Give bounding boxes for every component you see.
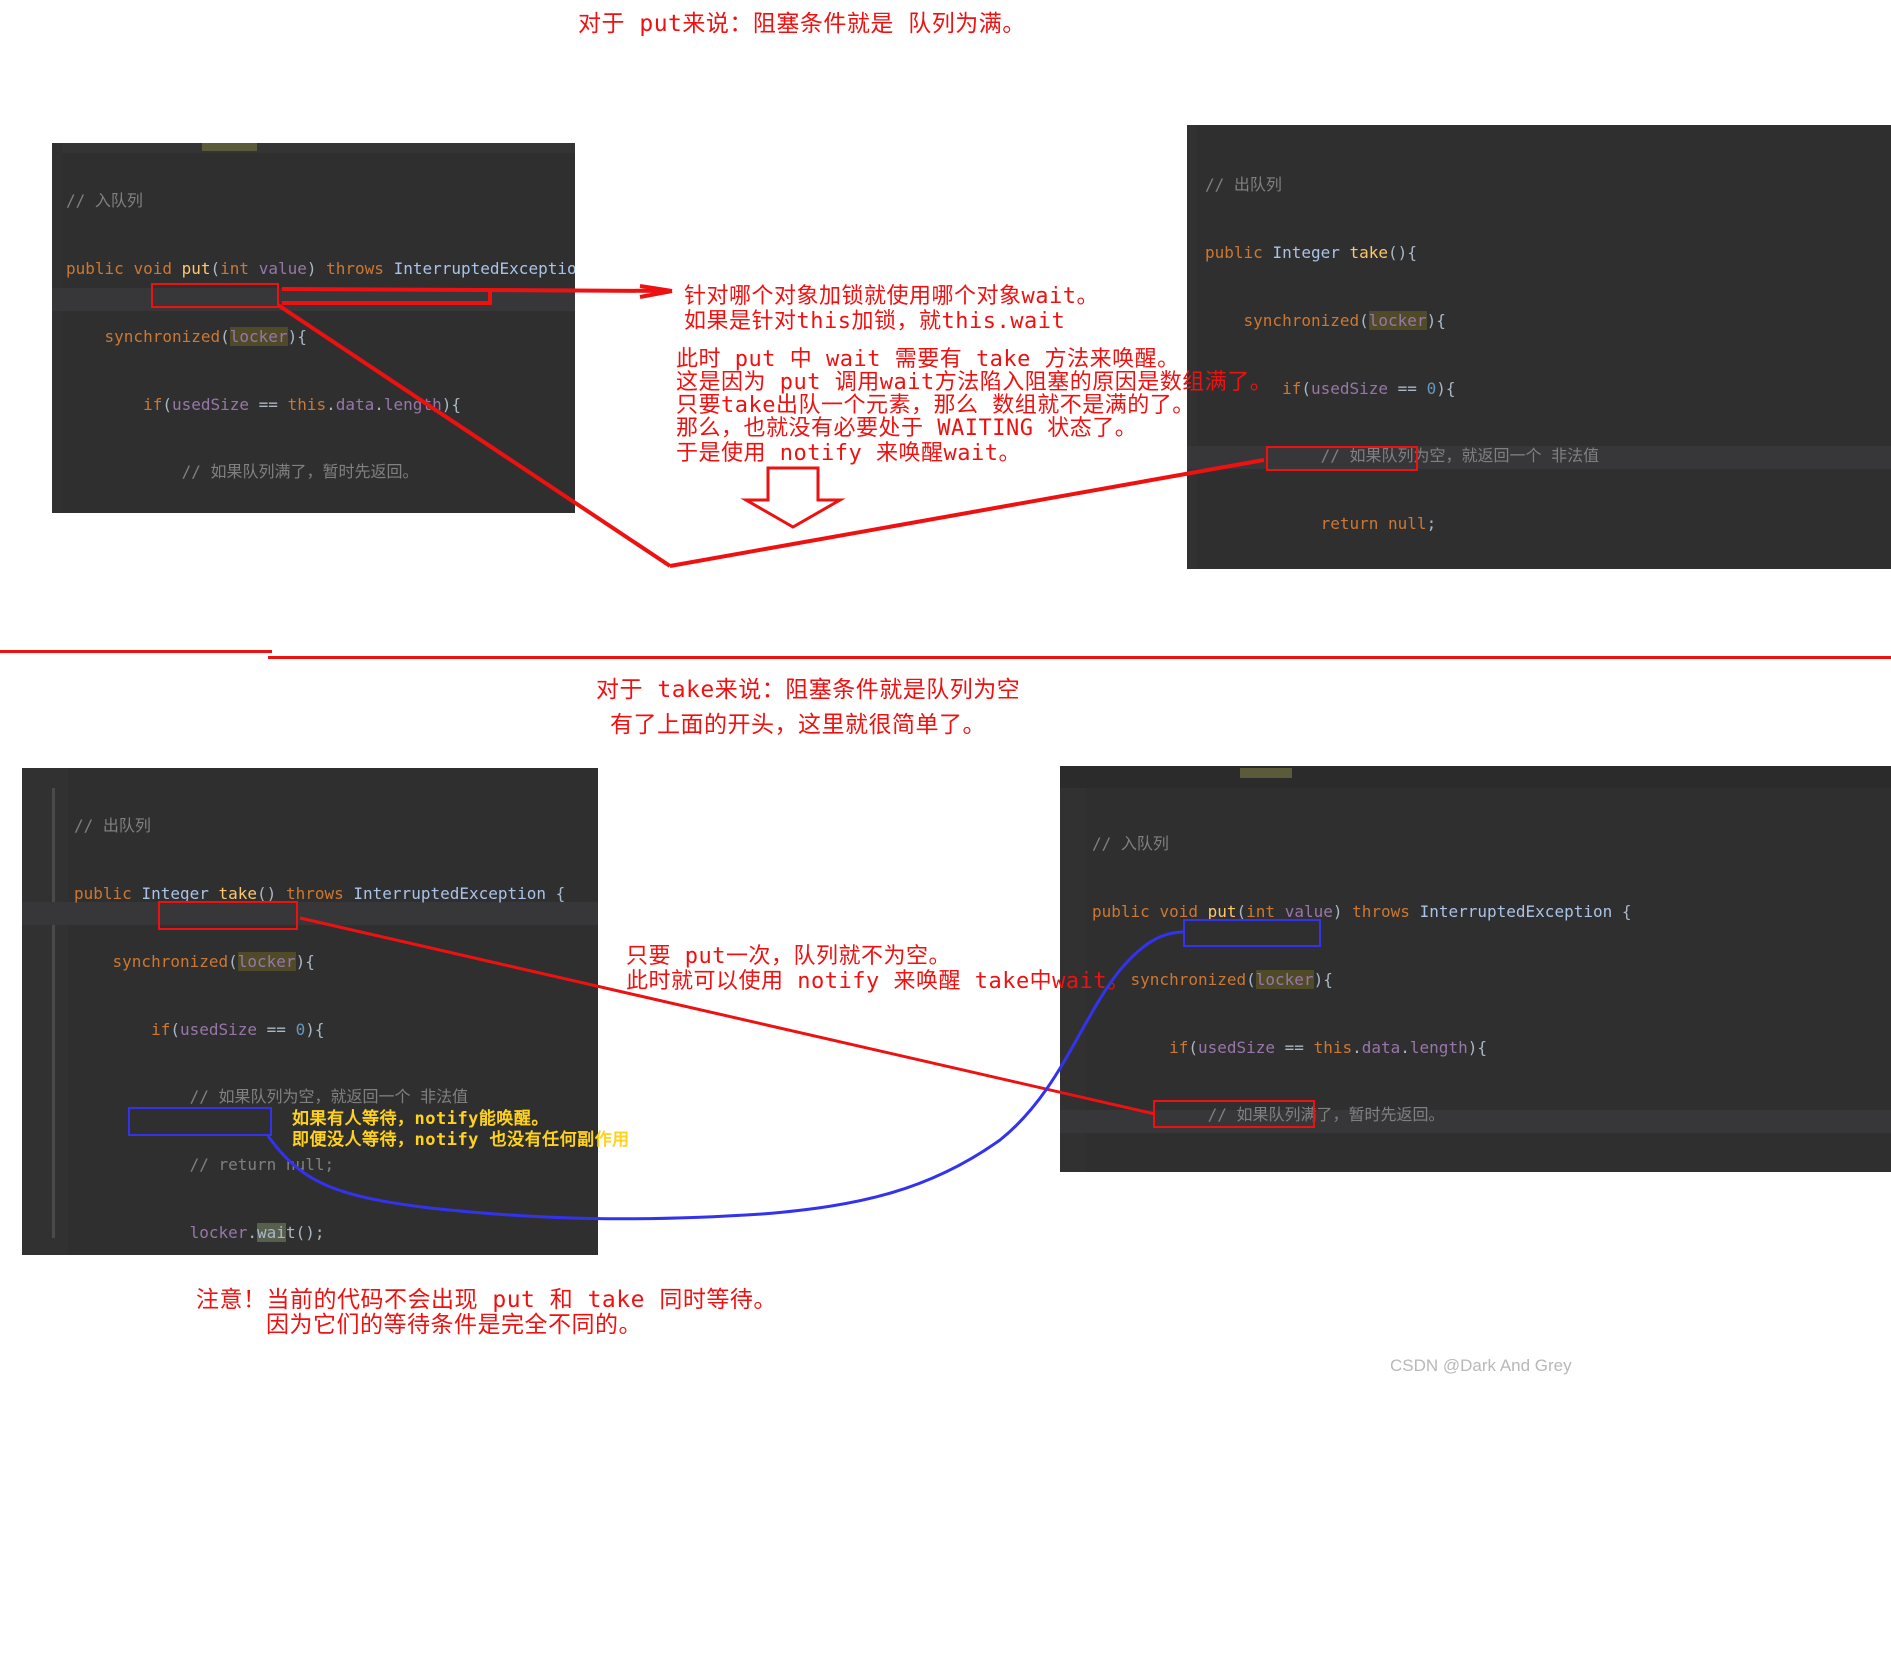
code-line: // 如果队列满了，暂时先返回。 <box>66 462 419 482</box>
code-line: if(usedSize == this.data.length){ <box>143 394 461 414</box>
watermark: CSDN @Dark And Grey <box>1390 1356 1572 1375</box>
code-line: // 入队列 <box>1092 834 1169 854</box>
code-line: synchronized(locker){ <box>1243 310 1446 330</box>
highlight-box-put-wait-bottom <box>1183 919 1321 947</box>
highlight-box-take-notify-top <box>1266 446 1418 471</box>
code-line: synchronized(locker){ <box>1130 969 1333 989</box>
tab-chip <box>1240 768 1292 778</box>
code-line-locker-wait: locker.wait(); <box>189 1222 325 1242</box>
heading-take-simple: 有了上面的开头，这里就很简单了。 <box>610 712 986 738</box>
code-panel-take-top: // 出队列 public Integer take(){ synchroniz… <box>1187 125 1891 569</box>
code-line: // 如果队列为空，就返回一个 非法值 <box>74 1087 469 1107</box>
annotation-notify-wake-2: 即便没人等待，notify 也没有任何副作用 <box>292 1130 630 1150</box>
annotation-put-once-2: 此时就可以使用 notify 来唤醒 take中wait。 <box>626 969 1130 994</box>
code-panel-take-bottom: // 出队列 public Integer take() throws Inte… <box>22 768 598 1255</box>
code-line: if(usedSize == this.data.length){ <box>1169 1037 1487 1057</box>
editor-gutter <box>52 143 62 513</box>
code-line: public Integer take(){ <box>1205 242 1417 262</box>
code-line: // return null; <box>74 1155 335 1175</box>
code-line: // 出队列 <box>74 816 151 836</box>
code-line: public void put(int value) throws Interr… <box>66 258 575 278</box>
annotation-put-wait-4: 那么，也就没有必要处于 WAITING 状态了。 <box>676 416 1138 441</box>
highlight-box-put-wait-top <box>151 283 279 308</box>
section-divider-left <box>0 650 272 653</box>
code-line: if(usedSize == 0){ <box>151 1019 325 1039</box>
heading-take-condition: 对于 take来说：阻塞条件就是队列为空 <box>596 677 1021 703</box>
heading-top: 对于 put来说：阻塞条件就是 队列为满。 <box>578 11 1026 37</box>
code-line: return null; <box>1320 514 1437 534</box>
heading-note-1: 注意！当前的代码不会出现 put 和 take 同时等待。 <box>196 1287 777 1313</box>
editor-gutter <box>1187 125 1197 569</box>
code-line: public void put(int value) throws Interr… <box>1092 901 1632 921</box>
highlight-box-take-notify-bottom <box>128 1107 272 1136</box>
editor-sticky-strip <box>1060 766 1891 788</box>
code-line: synchronized(locker){ <box>104 326 307 346</box>
code-line: // 入队列 <box>66 191 143 211</box>
annotation-wait-object-1: 针对哪个对象加锁就使用哪个对象wait。 <box>684 284 1099 309</box>
annotation-put-once-1: 只要 put一次，队列就不为空。 <box>626 944 951 969</box>
down-arrow-outline <box>740 466 846 529</box>
code-panel-put-top: // 入队列 public void put(int value) throws… <box>52 143 575 513</box>
heading-note-2: 因为它们的等待条件是完全不同的。 <box>266 1312 642 1338</box>
highlight-box-take-wait-bottom <box>158 901 298 930</box>
annotation-wait-object-2: 如果是针对this加锁，就this.wait <box>684 309 1066 334</box>
editor-scrollbar[interactable] <box>52 788 55 1238</box>
code-line: synchronized(locker){ <box>112 951 315 971</box>
code-line: public Integer take() throws Interrupted… <box>74 883 566 903</box>
highlight-box-put-notify-bottom <box>1153 1100 1315 1128</box>
editor-gutter <box>22 768 68 1255</box>
section-divider-right <box>268 656 1891 659</box>
annotation-put-wait-5: 于是使用 notify 来唤醒wait。 <box>676 441 1021 466</box>
code-line: // 出队列 <box>1205 175 1282 195</box>
